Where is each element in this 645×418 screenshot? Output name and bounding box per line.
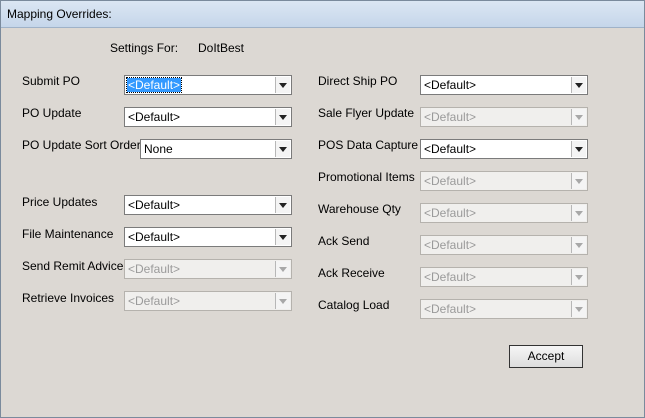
dropdown-button [571,269,586,285]
dropdown-button [275,293,290,309]
retrieve-invoices-value: <Default> [128,294,181,308]
chevron-down-icon [279,147,287,152]
submit-po-label: Submit PO [22,74,81,88]
chevron-down-icon [575,115,583,120]
chevron-down-icon [279,235,287,240]
po-update-select[interactable]: <Default> [124,107,292,127]
window-title: Mapping Overrides: [7,7,112,21]
chevron-down-icon [279,299,287,304]
ack-send-select: <Default> [420,235,588,255]
send-remit-advice-value: <Default> [128,262,181,276]
retrieve-invoices-select: <Default> [124,291,292,311]
chevron-down-icon [575,211,583,216]
pos-data-capture-select[interactable]: <Default> [420,139,588,159]
chevron-down-icon [575,179,583,184]
po-update-sort-order-select[interactable]: None [140,139,292,159]
ack-receive-value: <Default> [424,270,477,284]
dropdown-button[interactable] [571,77,586,93]
submit-po-select[interactable]: <Default> [124,75,292,95]
promotional-items-value: <Default> [424,174,477,188]
settings-panel: Settings For: DoItBest Submit PO <Default… [2,28,643,417]
warehouse-qty-value: <Default> [424,206,477,220]
dropdown-button [571,237,586,253]
chevron-down-icon [575,275,583,280]
dropdown-button [571,301,586,317]
dropdown-button[interactable] [275,229,290,245]
dropdown-button [571,173,586,189]
promotional-items-select: <Default> [420,171,588,191]
file-maintenance-value: <Default> [128,230,181,244]
po-update-sort-order-value: None [144,142,173,156]
dropdown-button[interactable] [275,109,290,125]
dropdown-button [275,261,290,277]
retrieve-invoices-label: Retrieve Invoices [22,291,115,305]
dropdown-button[interactable] [275,77,290,93]
catalog-load-label: Catalog Load [318,298,390,312]
chevron-down-icon [575,147,583,152]
mapping-overrides-window: Mapping Overrides: Settings For: DoItBes… [0,0,645,418]
ack-receive-select: <Default> [420,267,588,287]
chevron-down-icon [575,307,583,312]
settings-for-value: DoItBest [198,41,245,55]
po-update-value: <Default> [128,110,181,124]
dropdown-button [571,109,586,125]
pos-data-capture-label: POS Data Capture [318,138,419,152]
sale-flyer-update-select: <Default> [420,107,588,127]
warehouse-qty-label: Warehouse Qty [318,202,401,216]
po-update-label: PO Update [22,106,82,120]
po-update-sort-order-label: PO Update Sort Order: [22,138,145,152]
send-remit-advice-label: Send Remit Advice [22,259,124,273]
warehouse-qty-select: <Default> [420,203,588,223]
direct-ship-po-label: Direct Ship PO [318,74,398,88]
ack-send-label: Ack Send [318,234,370,248]
dropdown-button [571,205,586,221]
chevron-down-icon [575,83,583,88]
ack-send-value: <Default> [424,238,477,252]
chevron-down-icon [575,243,583,248]
file-maintenance-label: File Maintenance [22,227,114,241]
submit-po-value: <Default> [125,77,183,93]
chevron-down-icon [279,115,287,120]
sale-flyer-update-value: <Default> [424,110,477,124]
chevron-down-icon [279,203,287,208]
dropdown-button[interactable] [275,197,290,213]
sale-flyer-update-label: Sale Flyer Update [318,106,415,120]
promotional-items-label: Promotional Items [318,170,415,184]
file-maintenance-select[interactable]: <Default> [124,227,292,247]
settings-for-label: Settings For: [110,41,179,55]
catalog-load-value: <Default> [424,302,477,316]
dropdown-button[interactable] [275,141,290,157]
price-updates-select[interactable]: <Default> [124,195,292,215]
price-updates-label: Price Updates [22,195,98,209]
title-bar[interactable]: Mapping Overrides: [1,1,644,28]
accept-button[interactable]: Accept [509,345,583,368]
send-remit-advice-select: <Default> [124,259,292,279]
price-updates-value: <Default> [128,198,181,212]
pos-data-capture-value: <Default> [424,142,477,156]
chevron-down-icon [279,267,287,272]
ack-receive-label: Ack Receive [318,266,385,280]
catalog-load-select: <Default> [420,299,588,319]
direct-ship-po-select[interactable]: <Default> [420,75,588,95]
dropdown-button[interactable] [571,141,586,157]
chevron-down-icon [279,83,287,88]
direct-ship-po-value: <Default> [424,78,477,92]
